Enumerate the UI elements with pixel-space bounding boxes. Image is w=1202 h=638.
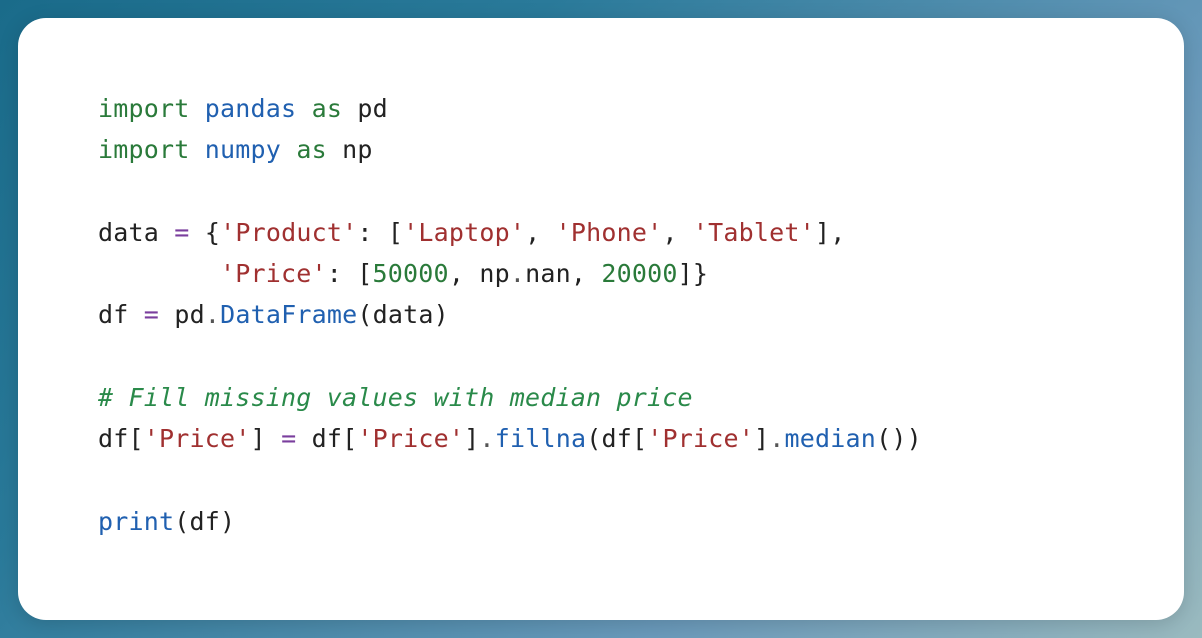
module-pandas: pandas (205, 94, 297, 123)
str-laptop: 'Laptop' (403, 218, 525, 247)
line-1: import pandas as pd (98, 94, 388, 123)
var-data: data (98, 218, 159, 247)
op-eq: = (281, 424, 296, 453)
arg-data: data (373, 300, 434, 329)
df-ref-3: df (601, 424, 632, 453)
line-6: df = pd.DataFrame(data) (98, 300, 449, 329)
alias-np: np (342, 135, 373, 164)
code-card: import pandas as pd import numpy as np d… (18, 18, 1184, 620)
str-tablet: 'Tablet' (693, 218, 815, 247)
op-eq: = (144, 300, 159, 329)
num-50000: 50000 (373, 259, 449, 288)
fn-median: median (785, 424, 877, 453)
line-5: 'Price': [50000, np.nan, 20000]} (98, 259, 708, 288)
line-9: df['Price'] = df['Price'].fillna(df['Pri… (98, 424, 922, 453)
str-price-k1: 'Price' (144, 424, 251, 453)
alias-pd: pd (357, 94, 388, 123)
fn-dataframe: DataFrame (220, 300, 357, 329)
df-ref-2: df (312, 424, 343, 453)
line-11: print(df) (98, 507, 235, 536)
keyword-import: import (98, 135, 190, 164)
comment: # Fill missing values with median price (98, 383, 693, 412)
str-price-k3: 'Price' (647, 424, 754, 453)
code-block: import pandas as pd import numpy as np d… (98, 88, 1104, 542)
line-8: # Fill missing values with median price (98, 383, 693, 412)
nan-ref: nan (525, 259, 571, 288)
pd-ref: pd (174, 300, 205, 329)
fn-print: print (98, 507, 174, 536)
op-eq: = (174, 218, 189, 247)
keyword-import: import (98, 94, 190, 123)
module-numpy: numpy (205, 135, 281, 164)
line-2: import numpy as np (98, 135, 373, 164)
num-20000: 20000 (601, 259, 677, 288)
str-price-k2: 'Price' (357, 424, 464, 453)
str-product: 'Product' (220, 218, 357, 247)
brace-close: } (693, 259, 708, 288)
line-4: data = {'Product': ['Laptop', 'Phone', '… (98, 218, 845, 247)
df-ref: df (98, 424, 129, 453)
str-phone: 'Phone' (556, 218, 663, 247)
keyword-as: as (312, 94, 343, 123)
var-df: df (98, 300, 129, 329)
fn-fillna: fillna (495, 424, 587, 453)
str-price: 'Price' (220, 259, 327, 288)
arg-df: df (190, 507, 221, 536)
brace-open: { (205, 218, 220, 247)
keyword-as: as (296, 135, 327, 164)
np-ref: np (479, 259, 510, 288)
colon: : [ (357, 218, 403, 247)
